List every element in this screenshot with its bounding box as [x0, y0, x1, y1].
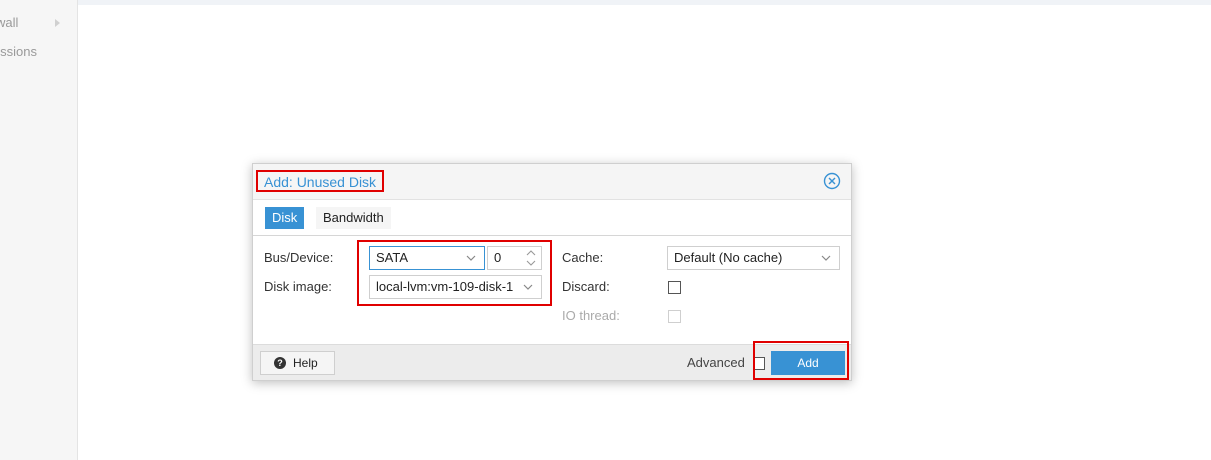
cache-select[interactable]: Default (No cache)	[667, 246, 840, 270]
disk-image-select[interactable]: local-lvm:vm-109-disk-1	[369, 275, 542, 299]
close-icon[interactable]	[823, 172, 841, 190]
help-button[interactable]: ? Help	[260, 351, 335, 375]
dialog-tabbar: Disk Bandwidth	[253, 200, 851, 236]
sidebar-item-label: nissions	[0, 44, 37, 59]
bus-device-label: Bus/Device:	[264, 250, 334, 265]
chevron-down-icon	[466, 255, 476, 261]
help-circle-icon: ?	[274, 357, 286, 369]
io-thread-label: IO thread:	[562, 308, 620, 323]
sidebar-item-label: wall	[0, 15, 19, 30]
tab-bandwidth[interactable]: Bandwidth	[316, 207, 391, 229]
disk-image-label: Disk image:	[264, 279, 332, 294]
dialog-footer: ? Help Advanced Add	[253, 344, 851, 380]
sidebar-item-permissions[interactable]: nissions	[0, 41, 37, 63]
cache-label: Cache:	[562, 250, 604, 265]
sidebar: wall nissions	[0, 0, 78, 460]
bus-select[interactable]: SATA	[369, 246, 485, 270]
device-number-value: 0	[494, 250, 502, 265]
app-root: wall nissions Add: Unused Disk Disk Band…	[0, 0, 1211, 460]
advanced-checkbox[interactable]	[753, 357, 765, 370]
disk-form: Bus/Device: SATA 0 Disk image: local-lvm…	[253, 236, 851, 344]
add-button[interactable]: Add	[771, 351, 845, 375]
device-number-stepper[interactable]: 0	[487, 246, 542, 270]
discard-checkbox[interactable]	[668, 281, 681, 294]
tab-disk[interactable]: Disk	[265, 207, 305, 229]
add-unused-disk-dialog: Add: Unused Disk Disk Bandwidth Bus/Devi…	[252, 163, 852, 381]
sidebar-item-firewall[interactable]: wall	[0, 12, 74, 34]
disk-image-value: local-lvm:vm-109-disk-1	[376, 279, 514, 294]
dialog-header: Add: Unused Disk	[253, 164, 851, 200]
top-strip	[78, 0, 1211, 5]
spinner-arrows-icon[interactable]	[525, 249, 537, 267]
dialog-title: Add: Unused Disk	[256, 170, 385, 192]
chevron-down-icon	[821, 255, 831, 261]
chevron-down-icon	[523, 284, 533, 290]
bus-select-value: SATA	[376, 250, 409, 265]
discard-label: Discard:	[562, 279, 610, 294]
cache-select-value: Default (No cache)	[674, 250, 783, 265]
help-button-label: Help	[293, 356, 318, 370]
chevron-right-icon	[55, 19, 60, 27]
advanced-label: Advanced	[687, 355, 745, 370]
io-thread-checkbox	[668, 310, 681, 323]
